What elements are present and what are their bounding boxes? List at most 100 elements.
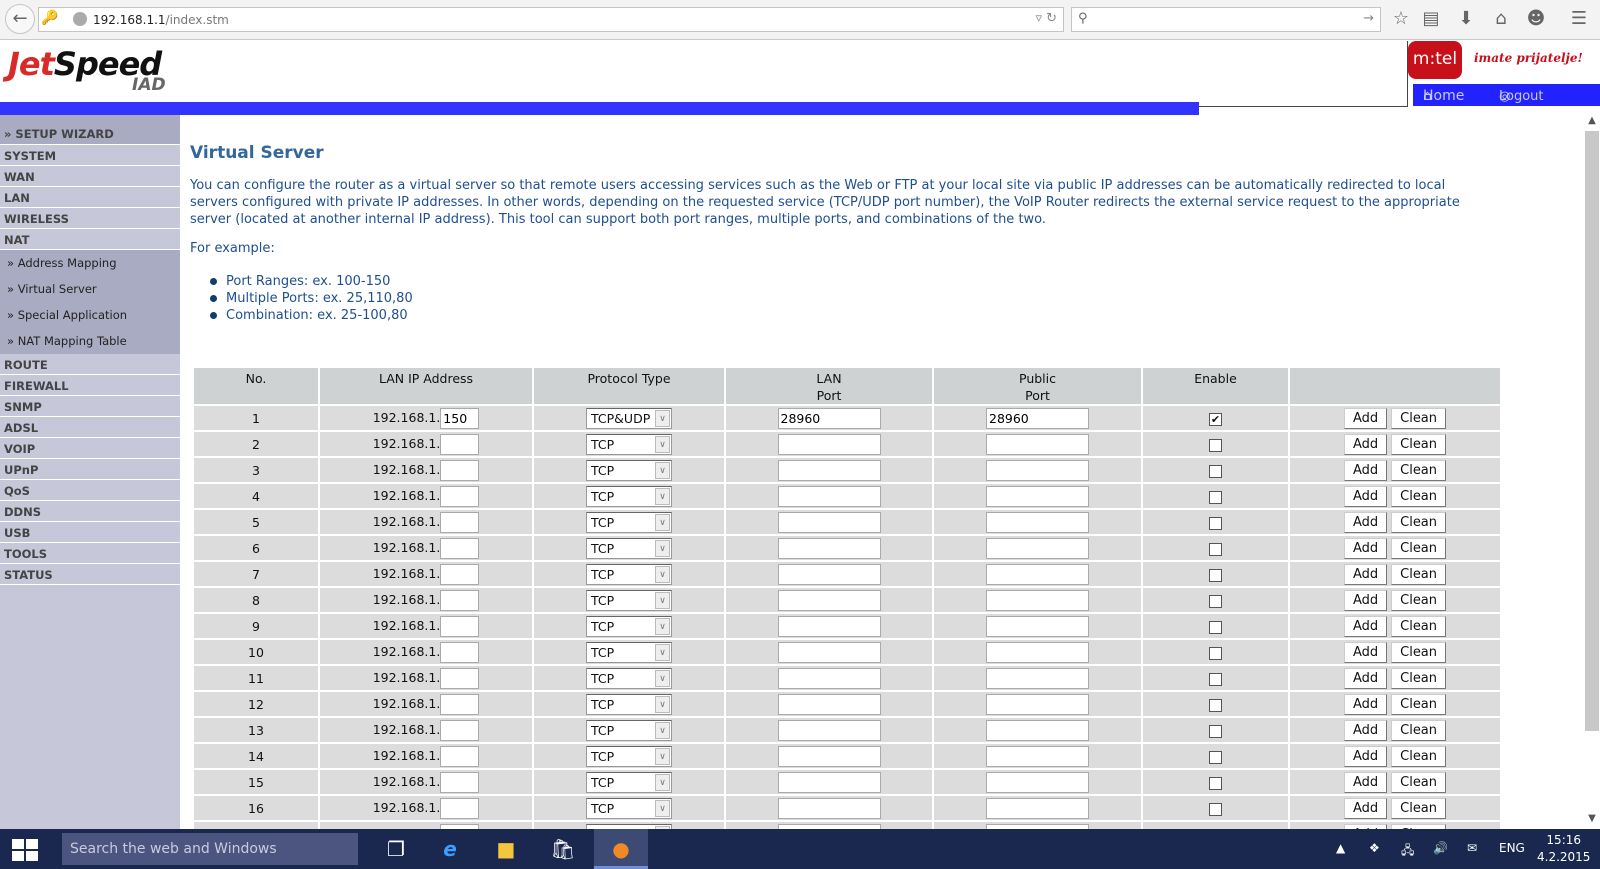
enable-checkbox[interactable]	[1209, 568, 1222, 582]
bookmark-star-icon[interactable]: ☆	[1389, 8, 1413, 29]
protocol-select[interactable]: TCP ∨	[586, 615, 672, 637]
sidebar-item-system[interactable]: SYSTEM	[0, 145, 180, 166]
ip-last-octet-input[interactable]	[440, 797, 480, 819]
lan-port-input[interactable]	[777, 667, 881, 689]
protocol-select[interactable]: TCP ∨	[586, 459, 672, 481]
clean-button[interactable]: Clean	[1391, 563, 1447, 585]
sidebar-item-wireless[interactable]: WIRELESS	[0, 208, 180, 229]
lan-port-input[interactable]	[777, 771, 881, 793]
enable-checkbox[interactable]	[1209, 776, 1222, 790]
clean-button[interactable]: Clean	[1391, 745, 1447, 767]
sidebar-item-lan[interactable]: LAN	[0, 187, 180, 208]
enable-checkbox[interactable]	[1209, 620, 1222, 634]
public-port-input[interactable]	[986, 485, 1089, 507]
sidebar-item-address-mapping[interactable]: » Address Mapping	[0, 250, 180, 276]
clean-button[interactable]: Clean	[1391, 459, 1447, 481]
clean-button[interactable]: Clean	[1391, 693, 1447, 715]
clean-button[interactable]: Clean	[1391, 797, 1447, 819]
ip-last-octet-input[interactable]	[440, 589, 480, 611]
protocol-select[interactable]: TCP ∨	[586, 537, 672, 559]
sidebar-item-nat-mapping-table[interactable]: » NAT Mapping Table	[0, 328, 180, 354]
scroll-down-icon[interactable]: ▼	[1584, 813, 1600, 829]
ip-last-octet-input[interactable]	[440, 485, 480, 507]
enable-checkbox[interactable]	[1209, 464, 1222, 478]
clean-button[interactable]: Clean	[1391, 407, 1447, 429]
network-icon[interactable]: 🖧	[1401, 841, 1414, 862]
clean-button[interactable]: Clean	[1391, 615, 1447, 637]
add-button[interactable]: Add	[1343, 563, 1388, 585]
add-button[interactable]: Add	[1343, 511, 1388, 533]
public-port-input[interactable]	[986, 693, 1089, 715]
add-button[interactable]: Add	[1343, 641, 1388, 663]
clean-button[interactable]: Clean	[1391, 485, 1447, 507]
enable-checkbox[interactable]: ✔	[1209, 412, 1222, 426]
enable-checkbox[interactable]	[1209, 698, 1222, 712]
enable-checkbox[interactable]	[1209, 724, 1222, 738]
sidebar-item-setup-wizard[interactable]: » SETUP WIZARD	[0, 115, 180, 145]
public-port-input[interactable]	[986, 433, 1089, 455]
sidebar-item-firewall[interactable]: FIREWALL	[0, 375, 180, 396]
clean-button[interactable]: Clean	[1391, 719, 1447, 741]
ip-last-octet-input[interactable]	[440, 745, 480, 767]
enable-checkbox[interactable]	[1209, 802, 1222, 816]
lan-port-input[interactable]	[777, 537, 881, 559]
dropbox-icon[interactable]: ❖	[1369, 841, 1380, 855]
volume-icon[interactable]: 🔊	[1433, 841, 1448, 855]
reload-icon[interactable]: ▿ ↻	[1035, 11, 1057, 26]
add-button[interactable]: Add	[1343, 589, 1388, 611]
chat-icon[interactable]: ☻	[1524, 8, 1548, 29]
clock[interactable]: 15:16 4.2.2015	[1537, 832, 1590, 866]
sidebar-item-status[interactable]: STATUS	[0, 564, 180, 585]
file-explorer-icon[interactable]: ■	[488, 835, 524, 863]
reading-list-icon[interactable]: ▤	[1419, 8, 1443, 29]
clean-button[interactable]: Clean	[1391, 511, 1447, 533]
lan-port-input[interactable]	[777, 511, 881, 533]
ip-last-octet-input[interactable]	[440, 667, 480, 689]
add-button[interactable]: Add	[1343, 667, 1388, 689]
add-button[interactable]: Add	[1343, 433, 1388, 455]
add-button[interactable]: Add	[1343, 459, 1388, 481]
lan-port-input[interactable]	[777, 407, 881, 429]
protocol-select[interactable]: TCP ∨	[586, 797, 672, 819]
notifications-icon[interactable]: ✉	[1467, 841, 1477, 855]
protocol-select[interactable]: TCP ∨	[586, 589, 672, 611]
enable-checkbox[interactable]	[1209, 646, 1222, 660]
protocol-select[interactable]: TCP ∨	[586, 511, 672, 533]
lan-port-input[interactable]	[777, 641, 881, 663]
add-button[interactable]: Add	[1343, 771, 1388, 793]
sidebar-item-usb[interactable]: USB	[0, 522, 180, 543]
public-port-input[interactable]	[986, 407, 1089, 429]
protocol-select[interactable]: TCP ∨	[586, 667, 672, 689]
ip-last-octet-input[interactable]	[440, 459, 480, 481]
ip-last-octet-input[interactable]	[440, 771, 480, 793]
public-port-input[interactable]	[986, 797, 1089, 819]
lan-port-input[interactable]	[777, 719, 881, 741]
task-view-icon[interactable]: ❐	[378, 835, 414, 863]
clean-button[interactable]: Clean	[1391, 641, 1447, 663]
browser-search-input[interactable]: ⚲ →	[1071, 7, 1381, 32]
enable-checkbox[interactable]	[1209, 438, 1222, 452]
add-button[interactable]: Add	[1343, 797, 1388, 819]
ip-last-octet-input[interactable]	[440, 511, 480, 533]
protocol-select[interactable]: TCP ∨	[586, 745, 672, 767]
ip-last-octet-input[interactable]	[440, 563, 480, 585]
ip-last-octet-input[interactable]	[440, 641, 480, 663]
sidebar-item-virtual-server[interactable]: » Virtual Server	[0, 276, 180, 302]
add-button[interactable]: Add	[1343, 693, 1388, 715]
lan-port-input[interactable]	[777, 745, 881, 767]
enable-checkbox[interactable]	[1209, 516, 1222, 530]
page-scrollbar[interactable]: ▲ ▼	[1584, 115, 1600, 829]
protocol-select[interactable]: TCP ∨	[586, 641, 672, 663]
public-port-input[interactable]	[986, 459, 1089, 481]
lan-port-input[interactable]	[777, 459, 881, 481]
enable-checkbox[interactable]	[1209, 542, 1222, 556]
store-icon[interactable]: 🛍	[545, 835, 581, 863]
clean-button[interactable]: Clean	[1391, 589, 1447, 611]
add-button[interactable]: Add	[1343, 745, 1388, 767]
sidebar-item-upnp[interactable]: UPnP	[0, 459, 180, 480]
public-port-input[interactable]	[986, 511, 1089, 533]
public-port-input[interactable]	[986, 615, 1089, 637]
sidebar-item-nat[interactable]: NAT	[0, 229, 180, 250]
clean-button[interactable]: Clean	[1391, 771, 1447, 793]
tray-expand-icon[interactable]: ▲	[1336, 841, 1345, 855]
